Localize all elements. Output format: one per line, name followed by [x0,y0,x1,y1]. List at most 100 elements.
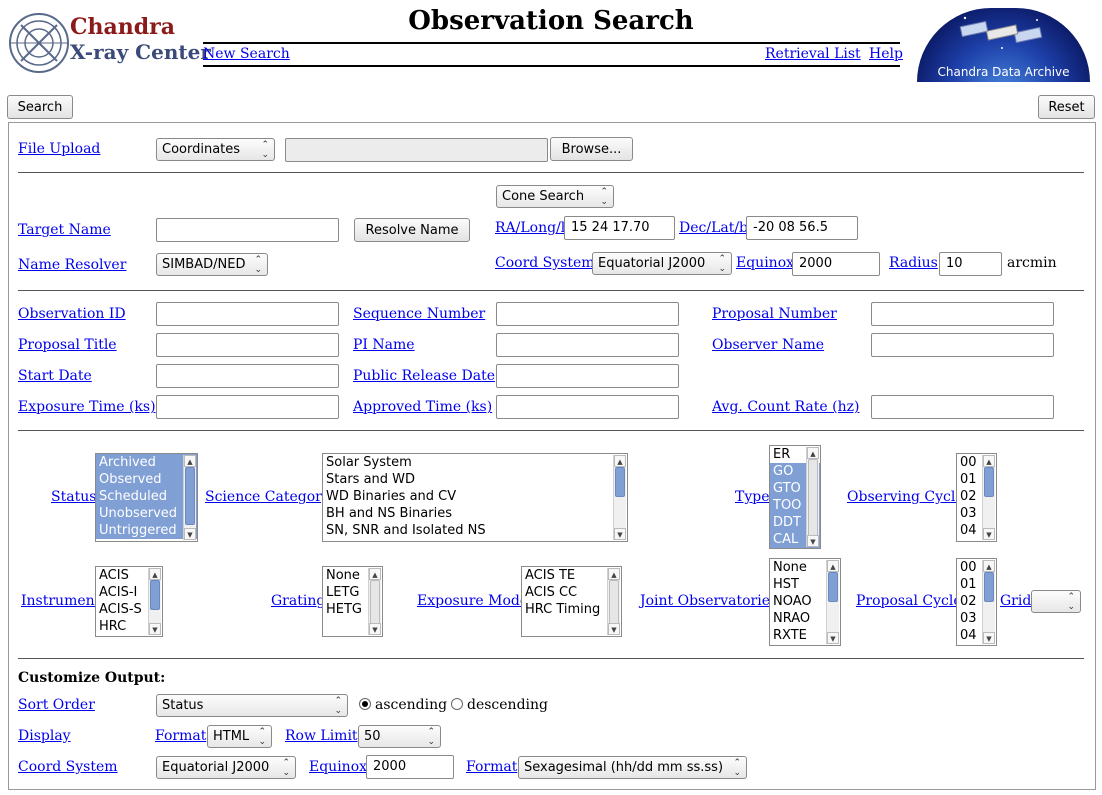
scrollbar[interactable]: ▲ ▼ [368,568,381,635]
list-option[interactable]: Observed [96,471,197,488]
scrollbar[interactable]: ▲ ▼ [613,455,626,540]
instrument-listbox[interactable]: ACIS ACIS-I ACIS-S HRC ▲ ▼ [95,566,163,637]
science-category-listbox[interactable]: Solar System Stars and WD WD Binaries an… [322,453,628,542]
format-select[interactable]: HTML ⌃ ⌄ [207,725,272,748]
chandra-data-archive-logo[interactable]: Chandra Data Archive [917,8,1090,82]
list-option[interactable]: Archived [96,454,197,471]
help-link[interactable]: Help [869,46,903,62]
public-release-date-link[interactable]: Public Release Date [353,368,495,384]
grating-link[interactable]: Grating [271,593,325,609]
instrument-link[interactable]: Instrument [21,593,100,609]
scrollbar[interactable]: ▲ ▼ [607,568,620,635]
coord-format-select[interactable]: Sexagesimal (hh/dd mm ss.ss) ⌃ ⌄ [518,756,747,779]
type-link[interactable]: Type [735,489,770,505]
approved-time-field[interactable] [496,395,679,419]
scrollbar[interactable]: ▲ ▼ [826,560,839,644]
observing-cycle-listbox[interactable]: 00 01 02 03 04 ▲ ▼ [956,453,997,542]
target-name-field[interactable] [156,218,339,242]
retrieval-list-link[interactable]: Retrieval List [765,46,861,62]
output-equinox-link[interactable]: Equinox [309,759,367,775]
format-link[interactable]: Format [155,728,206,744]
scrollbar[interactable]: ▲ ▼ [183,455,196,540]
coord-system-select[interactable]: Equatorial J2000 ⌃ ⌄ [592,252,732,275]
list-option[interactable]: BH and NS Binaries [323,505,627,522]
list-option[interactable]: Solar System [323,454,627,471]
proposal-title-link[interactable]: Proposal Title [18,337,117,353]
joint-observatories-link[interactable]: Joint Observatories [640,593,777,609]
row-limit-select[interactable]: 50 ⌃ ⌄ [358,725,441,748]
scrollbar[interactable]: ▲ ▼ [806,447,819,547]
list-option[interactable]: Unobserved [96,505,197,522]
file-path-field[interactable] [285,138,548,162]
output-equinox-field[interactable]: 2000 [366,755,454,779]
target-name-link[interactable]: Target Name [18,222,111,238]
equinox-link[interactable]: Equinox [736,255,794,271]
new-search-link[interactable]: New Search [203,46,290,62]
sort-order-select[interactable]: Status ⌃ ⌄ [156,694,348,717]
output-coord-system-link[interactable]: Coord System [18,759,118,775]
type-listbox[interactable]: ER GO GTO TOO DDT CAL ▲ ▼ [769,445,821,549]
ra-field[interactable]: 15 24 17.70 [564,216,675,240]
grid-select[interactable]: ⌃ ⌄ [1031,590,1081,613]
row-limit-link[interactable]: Row Limit [285,728,358,744]
name-resolver-link[interactable]: Name Resolver [18,257,126,273]
exposure-time-link[interactable]: Exposure Time (ks) [18,399,156,415]
sequence-number-link[interactable]: Sequence Number [353,306,485,322]
grating-listbox[interactable]: None LETG HETG ▲ ▼ [322,566,383,637]
exposure-mode-link[interactable]: Exposure Mode [417,593,528,609]
observation-id-link[interactable]: Observation ID [18,306,126,322]
public-release-date-field[interactable] [496,364,679,388]
sequence-number-field[interactable] [496,302,679,326]
dec-lat-link[interactable]: Dec/Lat/b [679,220,748,236]
list-option[interactable]: Scheduled [96,488,197,505]
coord-format-link[interactable]: Format [466,759,517,775]
exposure-mode-listbox[interactable]: ACIS TE ACIS CC HRC Timing ▲ ▼ [521,566,622,637]
observation-id-field[interactable] [156,302,339,326]
output-coord-system-select[interactable]: Equatorial J2000 ⌃ ⌄ [156,756,296,779]
dec-field[interactable]: -20 08 56.5 [746,216,858,240]
equinox-field[interactable]: 2000 [792,252,880,276]
cxc-logo[interactable]: Chandra X-ray Center [8,8,211,76]
list-option[interactable]: Untriggered [96,522,197,539]
pi-name-field[interactable] [496,333,679,357]
scrollbar[interactable]: ▲ ▼ [148,568,161,635]
list-option[interactable]: Stars and WD [323,471,627,488]
proposal-cycle-listbox[interactable]: 00 01 02 03 04 ▲ ▼ [956,558,997,646]
display-link[interactable]: Display [18,728,71,744]
descending-radio[interactable] [451,698,463,710]
proposal-cycle-link[interactable]: Proposal Cycle [856,593,962,609]
scrollbar[interactable]: ▲ ▼ [982,455,995,540]
observer-name-field[interactable] [871,333,1054,357]
observer-name-link[interactable]: Observer Name [712,337,824,353]
exposure-time-field[interactable] [156,395,339,419]
search-button[interactable]: Search [7,95,73,119]
start-date-field[interactable] [156,364,339,388]
radius-field[interactable]: 10 [939,252,1002,276]
ascending-radio[interactable] [359,698,371,710]
proposal-number-field[interactable] [871,302,1054,326]
sort-order-link[interactable]: Sort Order [18,697,95,713]
file-upload-link[interactable]: File Upload [18,141,100,157]
joint-observatories-listbox[interactable]: None HST NOAO NRAO RXTE ▲ ▼ [769,558,841,646]
proposal-title-field[interactable] [156,333,339,357]
list-option[interactable]: SN, SNR and Isolated NS [323,522,627,539]
scrollbar[interactable]: ▲ ▼ [982,560,995,644]
grid-link[interactable]: Grid [1000,593,1031,609]
observing-cycle-link[interactable]: Observing Cycle [847,489,964,505]
approved-time-link[interactable]: Approved Time (ks) [353,399,492,415]
reset-button[interactable]: Reset [1038,95,1095,119]
avg-count-rate-link[interactable]: Avg. Count Rate (hz) [712,399,859,415]
status-link[interactable]: Status [51,489,96,505]
search-mode-select[interactable]: Cone Search ⌃ ⌄ [496,185,614,208]
coord-system-link[interactable]: Coord System [495,255,595,271]
resolve-name-button[interactable]: Resolve Name [354,218,470,242]
status-listbox[interactable]: Archived Observed Scheduled Unobserved U… [95,453,198,542]
science-category-link[interactable]: Science Category [205,489,330,505]
ra-long-link[interactable]: RA/Long/l [495,220,565,236]
list-option[interactable]: WD Binaries and CV [323,488,627,505]
start-date-link[interactable]: Start Date [18,368,92,384]
file-upload-type-select[interactable]: Coordinates ⌃ ⌄ [156,138,275,161]
avg-count-rate-field[interactable] [871,395,1054,419]
browse-button[interactable]: Browse... [550,137,633,161]
radius-link[interactable]: Radius [889,255,938,271]
